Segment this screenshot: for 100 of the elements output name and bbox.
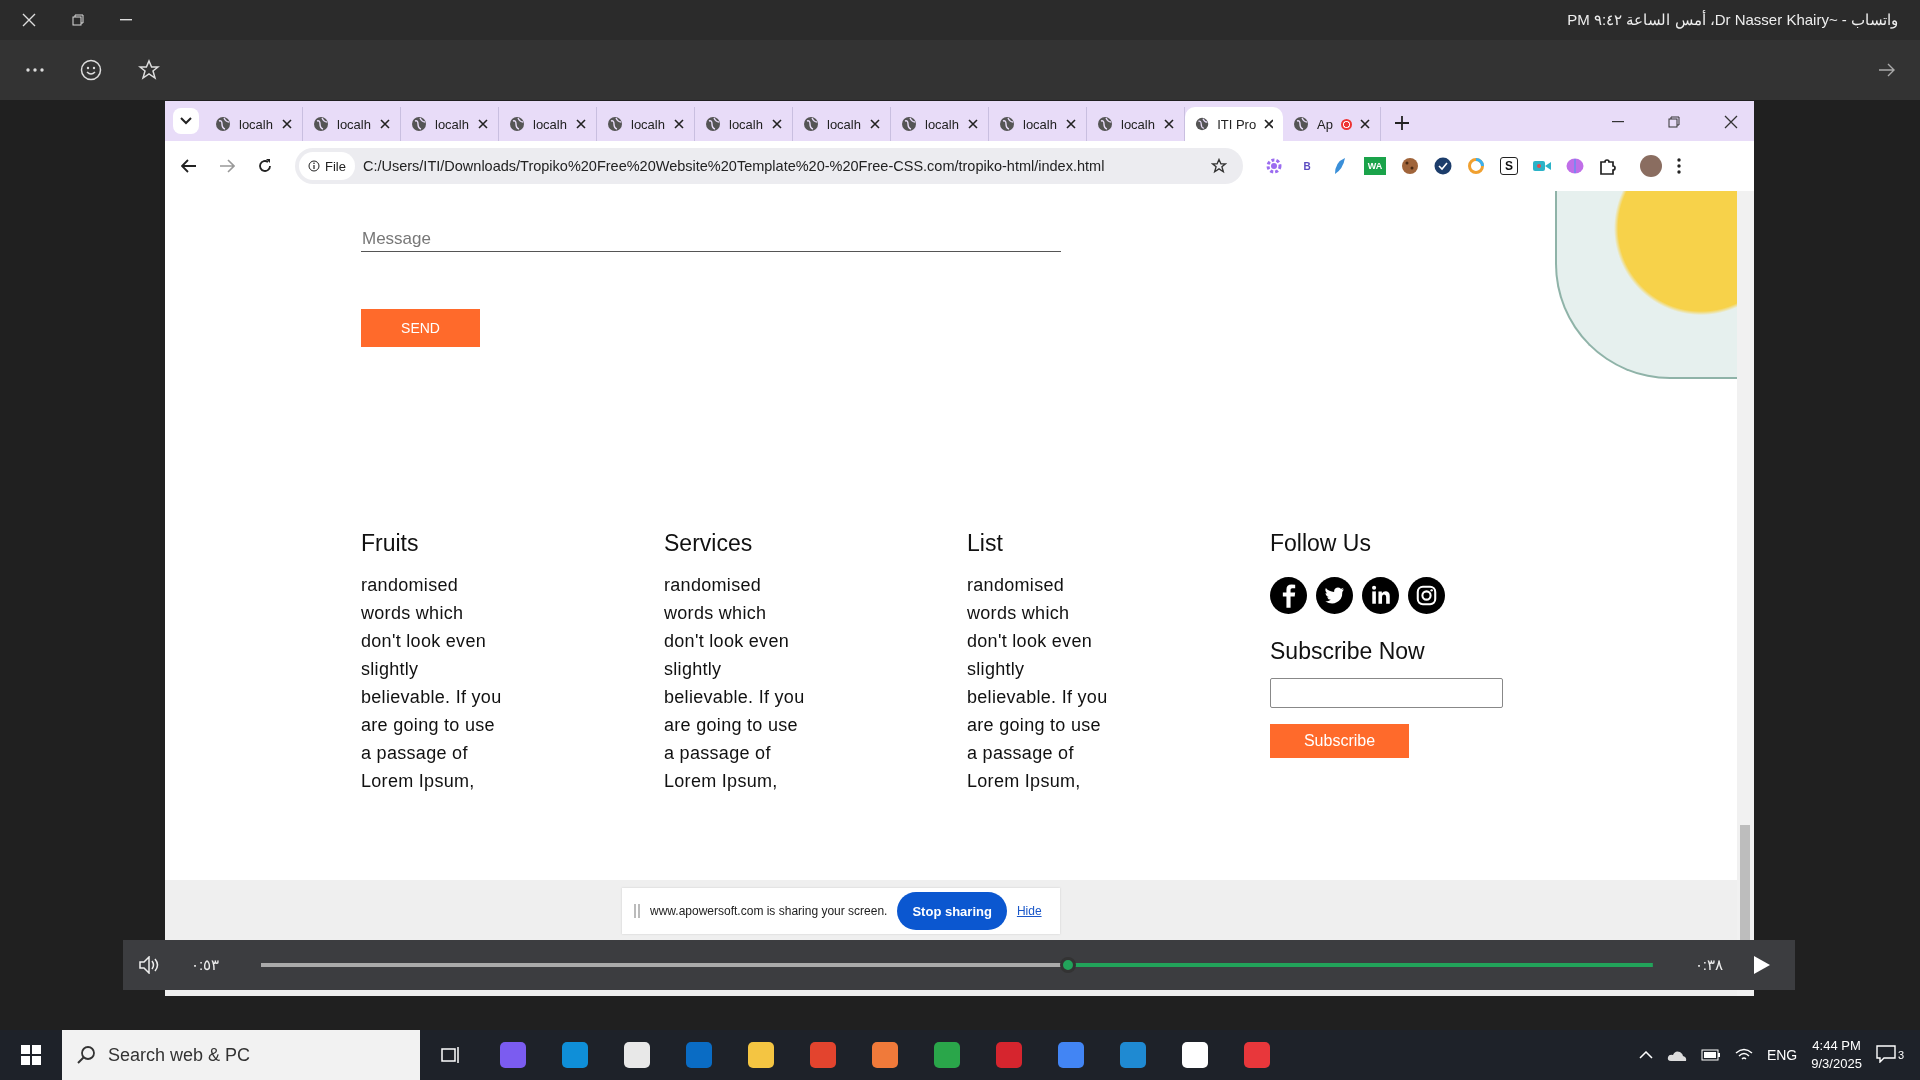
browser-tab[interactable]: localh xyxy=(303,107,401,141)
clock-time[interactable]: 4:44 PM xyxy=(1812,1037,1861,1055)
more-icon[interactable] xyxy=(1677,158,1681,174)
app-icon[interactable] xyxy=(934,1042,960,1068)
drag-handle-icon[interactable] xyxy=(634,904,640,918)
column-heading: Services xyxy=(664,530,753,557)
browser-tab[interactable]: localh xyxy=(597,107,695,141)
address-field[interactable]: File C:/Users/ITI/Downloads/Tropiko%20Free%20Website%20Template%20-%20Free-CSS.com/tropiko-html/index.html xyxy=(295,148,1243,184)
forward-arrow-icon[interactable] xyxy=(1878,63,1896,77)
info-icon xyxy=(308,160,320,172)
close-icon[interactable] xyxy=(968,119,978,129)
close-icon[interactable] xyxy=(1164,119,1174,129)
instagram-icon[interactable] xyxy=(1408,577,1445,614)
globe-icon xyxy=(1293,116,1309,132)
column-heading: Fruits xyxy=(361,530,419,557)
globe-icon xyxy=(215,116,231,132)
emoji-icon[interactable] xyxy=(80,59,102,81)
close-icon[interactable] xyxy=(478,119,488,129)
minimize-icon[interactable] xyxy=(120,19,132,21)
gear-icon[interactable] xyxy=(1265,157,1283,175)
linkedin-icon[interactable] xyxy=(1362,577,1399,614)
app-icon[interactable] xyxy=(1058,1042,1084,1068)
cookie-icon[interactable] xyxy=(1401,157,1419,175)
app-icon[interactable] xyxy=(624,1042,650,1068)
globe-icon xyxy=(803,116,819,132)
bookmark-star-icon[interactable] xyxy=(1211,158,1227,174)
column-heading: Follow Us xyxy=(1270,530,1371,557)
column-heading: List xyxy=(967,530,1003,557)
clock-date[interactable]: 9/3/2025 xyxy=(1811,1055,1862,1073)
chat-title: واتساب - ~Dr Nasser Khairy، أمس الساعة ٩:٤٢ PM xyxy=(1567,11,1899,29)
browser-tab[interactable]: localh xyxy=(695,107,793,141)
language-indicator[interactable]: ENG xyxy=(1766,1047,1798,1063)
twitter-icon[interactable] xyxy=(1316,577,1353,614)
facebook-icon[interactable] xyxy=(1270,577,1307,614)
browser-tab[interactable]: localh xyxy=(891,107,989,141)
browser-tab[interactable]: localh xyxy=(989,107,1087,141)
scrollbar[interactable] xyxy=(1737,191,1754,996)
reload-icon[interactable] xyxy=(257,158,273,174)
globe-icon xyxy=(999,116,1015,132)
app-icon[interactable] xyxy=(748,1042,774,1068)
globe-icon xyxy=(313,116,329,132)
browser-tab[interactable]: ITI Pro xyxy=(1185,107,1283,141)
cloud-icon[interactable] xyxy=(1666,1049,1687,1061)
profile-avatar[interactable] xyxy=(1640,155,1662,177)
app-icon[interactable] xyxy=(872,1042,898,1068)
app-icon[interactable] xyxy=(1120,1042,1146,1068)
app-icon[interactable] xyxy=(810,1042,836,1068)
search-icon xyxy=(76,1045,96,1065)
close-icon[interactable] xyxy=(1724,115,1738,129)
app-icon[interactable] xyxy=(562,1042,588,1068)
close-icon[interactable] xyxy=(674,119,684,129)
star-icon[interactable] xyxy=(138,59,160,81)
progress-handle[interactable] xyxy=(1060,957,1077,973)
message-field[interactable]: Message xyxy=(361,227,1061,252)
close-icon[interactable] xyxy=(1264,119,1273,129)
volume-icon[interactable] xyxy=(139,956,161,974)
restore-icon[interactable] xyxy=(72,14,84,26)
stop-sharing-button[interactable]: Stop sharing xyxy=(897,892,1007,930)
globe-icon xyxy=(705,116,721,132)
taskbar-search-field[interactable]: Search web & PC xyxy=(62,1030,420,1080)
wifi-icon[interactable] xyxy=(1734,1048,1753,1062)
close-icon[interactable] xyxy=(1066,119,1076,129)
extension-button[interactable]: B xyxy=(1298,157,1316,175)
chevron-up-icon[interactable] xyxy=(1638,1051,1653,1059)
close-icon[interactable] xyxy=(870,119,880,129)
column-text: randomised words which don't look even slightly believable. If you are going to use a passage of Lorem Ipsum, xyxy=(664,574,806,793)
browser-tab[interactable]: localh xyxy=(205,107,303,141)
globe-icon xyxy=(411,116,427,132)
column-heading: Subscribe Now xyxy=(1270,638,1425,665)
puzzle-icon[interactable] xyxy=(1599,157,1617,175)
notification-icon[interactable] xyxy=(1875,1044,1896,1066)
close-icon[interactable] xyxy=(772,119,782,129)
browser-tab[interactable]: localh xyxy=(793,107,891,141)
column-text: randomised words which don't look even slightly believable. If you are going to use a passage of Lorem Ipsum, xyxy=(967,574,1109,793)
battery-icon[interactable] xyxy=(1700,1049,1721,1061)
elapsed-time: ٠:٥٣ xyxy=(191,956,220,974)
close-icon[interactable] xyxy=(1360,119,1370,129)
browser-tab[interactable]: localh xyxy=(499,107,597,141)
minimize-icon[interactable] xyxy=(1612,121,1624,123)
restore-icon[interactable] xyxy=(1668,116,1680,128)
close-icon[interactable] xyxy=(380,119,390,129)
close-icon[interactable] xyxy=(282,119,292,129)
browser-tab[interactable]: Ap xyxy=(1283,107,1381,141)
more-icon[interactable] xyxy=(26,68,44,72)
forward-arrow-icon[interactable] xyxy=(219,159,235,173)
close-icon[interactable] xyxy=(576,119,586,129)
app-icon[interactable] xyxy=(1182,1042,1208,1068)
extension-button[interactable]: S xyxy=(1500,157,1518,175)
email-field[interactable] xyxy=(1270,678,1503,708)
app-icon[interactable] xyxy=(1244,1042,1270,1068)
hide-link[interactable]: Hide xyxy=(1016,904,1042,918)
sharing-message: www.apowersoft.com is sharing your screen. xyxy=(650,904,888,918)
tab-search-button[interactable] xyxy=(173,108,199,134)
browser-tab[interactable]: localh xyxy=(401,107,499,141)
check-icon[interactable] xyxy=(1434,157,1452,175)
browser-tab[interactable]: localh xyxy=(1087,107,1185,141)
back-arrow-icon[interactable] xyxy=(181,159,197,173)
globe-icon xyxy=(607,116,623,132)
new-tab-icon[interactable] xyxy=(1395,116,1409,130)
site-info-chip[interactable]: File xyxy=(299,152,355,180)
